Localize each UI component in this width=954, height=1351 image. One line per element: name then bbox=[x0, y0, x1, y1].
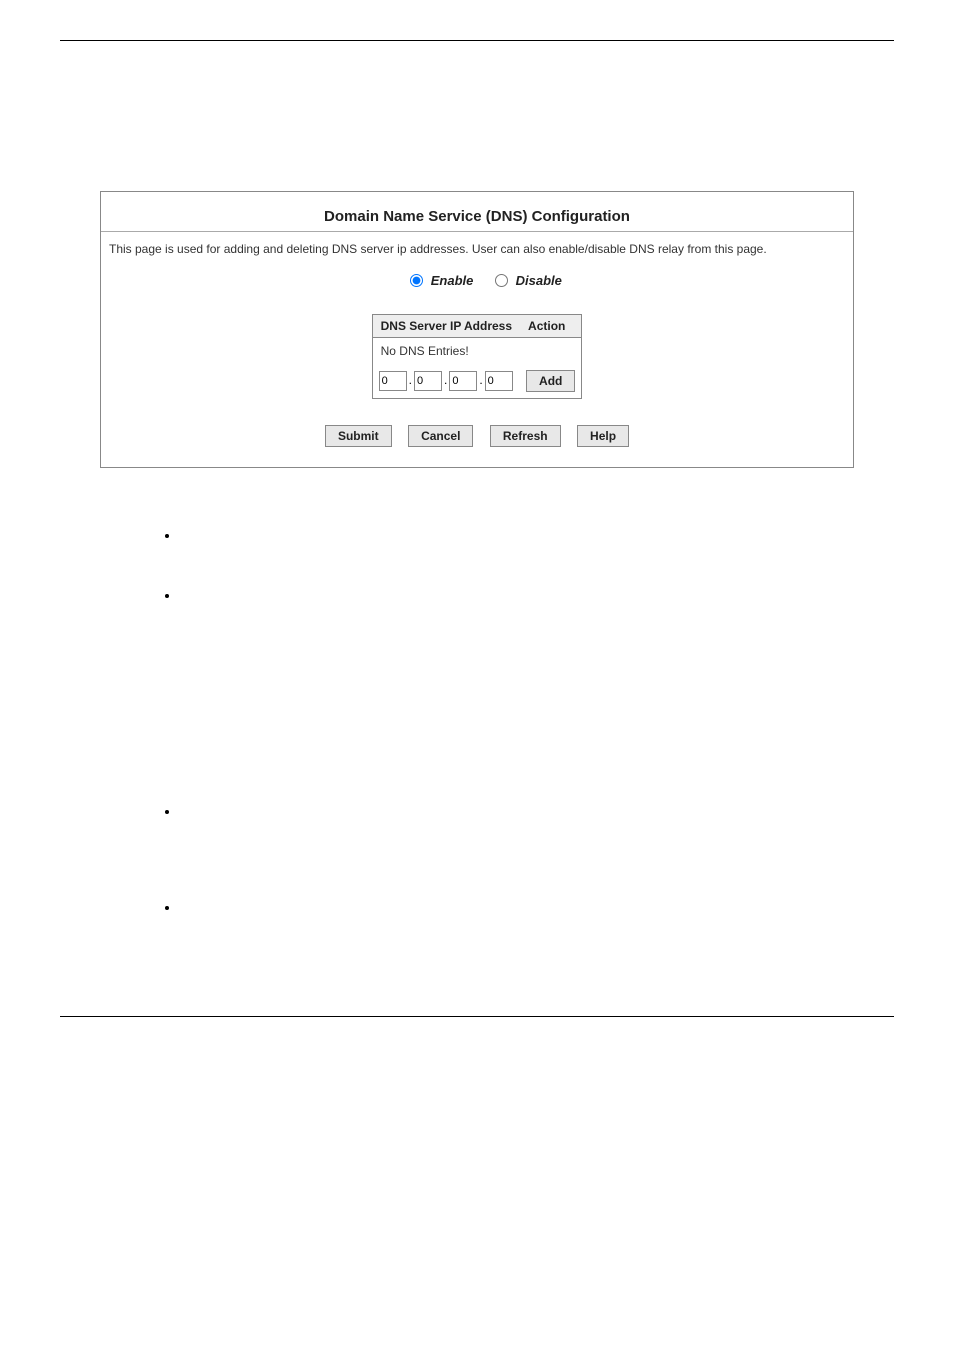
ip-dot: . bbox=[444, 373, 447, 387]
table-empty-row: No DNS Entries! bbox=[373, 338, 582, 364]
submit-button[interactable]: Submit bbox=[325, 425, 392, 447]
panel-button-row: Submit Cancel Refresh Help bbox=[101, 425, 853, 447]
dns-server-table: DNS Server IP Address Action No DNS Entr… bbox=[372, 314, 583, 399]
header-ip: DNS Server IP Address bbox=[373, 315, 520, 338]
refresh-button[interactable]: Refresh bbox=[490, 425, 561, 447]
help-button[interactable]: Help bbox=[577, 425, 629, 447]
panel-description: This page is used for adding and deletin… bbox=[101, 242, 853, 272]
disable-radio[interactable] bbox=[495, 274, 508, 287]
ip-dot: . bbox=[479, 373, 482, 387]
action-cell: Add bbox=[520, 364, 581, 398]
page-bottom-divider bbox=[60, 1016, 894, 1017]
ip-octet-2[interactable] bbox=[414, 371, 442, 391]
page-top-divider bbox=[60, 40, 894, 41]
ip-octet-1[interactable] bbox=[379, 371, 407, 391]
table-header-row: DNS Server IP Address Action bbox=[373, 315, 582, 338]
list-item bbox=[180, 804, 834, 820]
bullet-list bbox=[180, 528, 834, 916]
enable-radio-label: Enable bbox=[431, 273, 474, 288]
header-action: Action bbox=[520, 315, 581, 338]
disable-radio-label: Disable bbox=[516, 273, 562, 288]
dns-relay-radio-group: Enable Disable bbox=[101, 272, 853, 288]
panel-title: Domain Name Service (DNS) Configuration bbox=[101, 202, 853, 229]
list-item bbox=[180, 528, 834, 544]
panel-divider bbox=[101, 231, 853, 232]
list-item bbox=[180, 588, 834, 604]
enable-radio[interactable] bbox=[410, 274, 423, 287]
content-below-panel bbox=[120, 528, 834, 916]
ip-dot: . bbox=[409, 373, 412, 387]
ip-input-cell: ... bbox=[373, 364, 520, 398]
table-input-row: ... Add bbox=[373, 364, 582, 398]
no-entries-label: No DNS Entries! bbox=[373, 338, 582, 364]
dns-config-panel: Domain Name Service (DNS) Configuration … bbox=[100, 191, 854, 468]
list-item bbox=[180, 900, 834, 916]
add-button[interactable]: Add bbox=[526, 370, 575, 392]
ip-octet-4[interactable] bbox=[485, 371, 513, 391]
cancel-button[interactable]: Cancel bbox=[408, 425, 473, 447]
ip-octet-3[interactable] bbox=[449, 371, 477, 391]
